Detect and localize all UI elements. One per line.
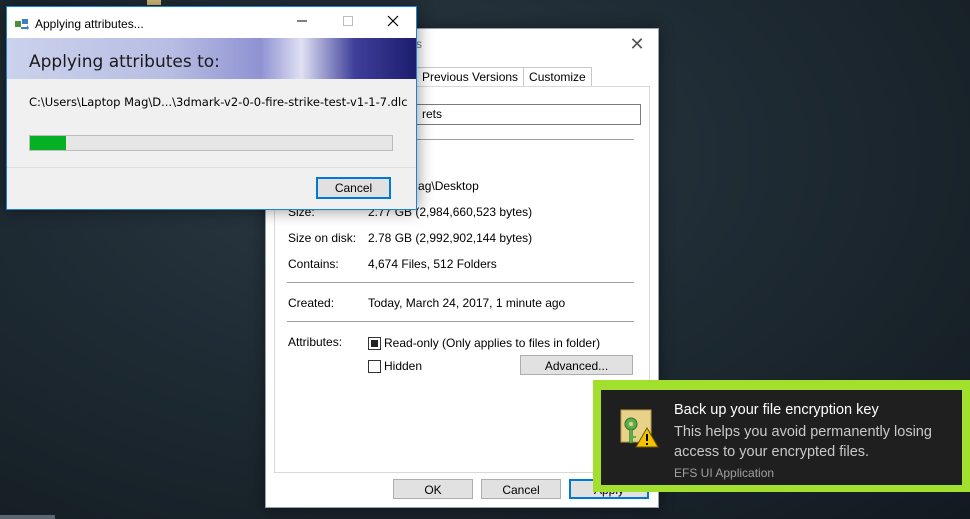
- toast-notification[interactable]: Back up your file encryption key This he…: [601, 390, 962, 485]
- taskbar-fragment: [0, 515, 55, 519]
- current-file-path: C:\Users\Laptop Mag\D...\3dmark-v2-0-0-f…: [29, 95, 408, 109]
- readonly-label: Read-only (Only applies to files in fold…: [384, 336, 601, 350]
- attributes-label: Attributes:: [288, 335, 343, 349]
- desktop-icon[interactable]: [147, 0, 161, 5]
- toast-body: This helps you avoid permanently losing …: [674, 424, 932, 460]
- close-icon[interactable]: [370, 7, 416, 38]
- tab-previous-versions[interactable]: Previous Versions: [416, 67, 525, 87]
- toast-title: Back up your file encryption key: [674, 402, 879, 418]
- contains-value: 4,674 Files, 512 Folders: [368, 257, 497, 271]
- hidden-label: Hidden: [384, 359, 423, 373]
- divider: [287, 282, 634, 283]
- tab-customize[interactable]: Customize: [523, 67, 592, 87]
- readonly-checkbox[interactable]: [368, 337, 381, 350]
- dialog-heading: Applying attributes to:: [29, 52, 220, 72]
- properties-tabs: Previous Versions Customize: [416, 67, 592, 87]
- hidden-checkbox[interactable]: [368, 360, 381, 373]
- divider: [287, 321, 634, 322]
- advanced-button[interactable]: Advanced...: [520, 355, 633, 375]
- ok-button[interactable]: OK: [393, 479, 473, 499]
- size-on-disk-value: 2.78 GB (2,992,902,144 bytes): [368, 231, 533, 245]
- toast-source: EFS UI Application: [674, 466, 775, 480]
- folder-name-input[interactable]: rets: [415, 104, 641, 125]
- minimize-icon[interactable]: [279, 7, 325, 38]
- cancel-button[interactable]: Cancel: [481, 479, 561, 499]
- size-on-disk-label: Size on disk:: [288, 231, 357, 245]
- progress-bar-fill: [30, 136, 67, 150]
- created-value: Today, March 24, 2017, 1 minute ago: [368, 296, 566, 310]
- applying-attributes-dialog: Applying attributes... Applying attribut…: [6, 6, 417, 210]
- cancel-button[interactable]: Cancel: [316, 177, 391, 199]
- dialog-footer: Cancel: [7, 168, 416, 209]
- attributes-app-icon: [15, 19, 29, 30]
- progress-bar: [29, 135, 393, 151]
- maximize-icon: [325, 7, 371, 38]
- created-label: Created:: [288, 296, 335, 310]
- dialog-title: Applying attributes...: [35, 17, 144, 31]
- key-warning-icon: [620, 409, 659, 448]
- dialog-titlebar[interactable]: Applying attributes...: [7, 7, 416, 38]
- contains-label: Contains:: [288, 257, 339, 271]
- close-icon[interactable]: ✕: [626, 34, 648, 54]
